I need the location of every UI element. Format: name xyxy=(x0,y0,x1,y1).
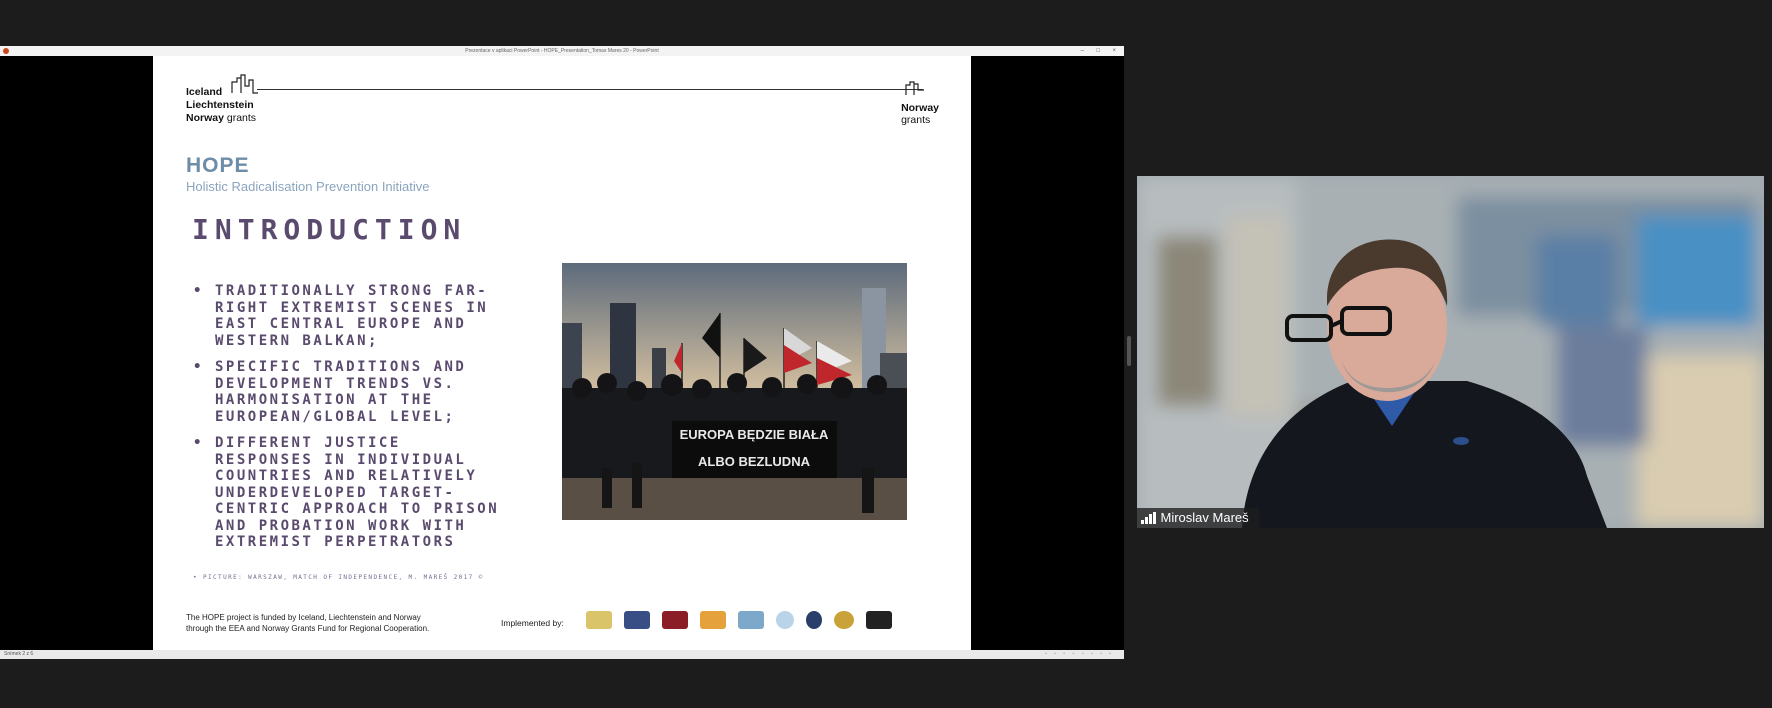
bullet-item: SPECIFIC TRADITIONS AND DEVELOPMENT TREN… xyxy=(193,359,503,425)
banner-line-1: EUROPA BĘDZIE BIAŁA xyxy=(680,427,829,442)
logo-line-grants: grants xyxy=(226,112,257,124)
window-title: Prezentace v aplikaci PowerPoint - HOPE_… xyxy=(465,48,659,54)
presentation-slide: Iceland Liechtenstein Norway grants Norw… xyxy=(153,56,971,650)
participant-name-tag: Miroslav Mareš xyxy=(1137,508,1259,528)
partner-logo-icon xyxy=(866,611,892,629)
logo-right-grants: grants xyxy=(901,114,931,126)
close-button[interactable]: × xyxy=(1112,46,1116,56)
funding-line-1: The HOPE project is funded by Iceland, L… xyxy=(186,613,421,622)
slide-counter: Snímek 2 z 6 xyxy=(4,651,34,657)
hope-logo: HOPE xyxy=(186,154,250,177)
video-feed xyxy=(1137,176,1764,528)
minimize-button[interactable]: – xyxy=(1081,46,1084,56)
norway-logo-icon xyxy=(905,81,924,95)
logo-right-norway: Norway xyxy=(901,102,939,114)
participant-name: Miroslav Mareš xyxy=(1160,510,1249,525)
partner-logo-icon xyxy=(662,611,688,629)
connection-signal-icon xyxy=(1141,512,1156,524)
partner-logo-icon xyxy=(776,611,794,629)
norway-grants-logo: Norway grants xyxy=(901,102,939,126)
partner-logo-icon xyxy=(806,611,822,629)
maximize-button[interactable]: □ xyxy=(1096,46,1100,56)
window-titlebar: Prezentace v aplikaci PowerPoint - HOPE_… xyxy=(0,46,1124,56)
logo-line-liechtenstein: Liechtenstein xyxy=(186,99,254,111)
partner-logo-icon xyxy=(700,611,726,629)
bullet-list: TRADITIONALLY STRONG FAR-RIGHT EXTREMIST… xyxy=(193,283,503,561)
funding-note: The HOPE project is funded by Iceland, L… xyxy=(186,612,429,634)
funding-line-2: through the EEA and Norway Grants Fund f… xyxy=(186,624,430,633)
picture-caption: • PICTURE: WARSZAW, MATCH OF INDEPENDENC… xyxy=(193,574,484,581)
partner-logo-icon xyxy=(624,611,650,629)
powerpoint-statusbar: Snímek 2 z 6 ▫ ▫ ▫ ▫ ▫ ▫ ▫ ▫ xyxy=(0,650,1124,659)
hope-subtitle: Holistic Radicalisation Prevention Initi… xyxy=(186,179,430,194)
split-handle[interactable] xyxy=(1127,336,1131,366)
partner-logo-icon xyxy=(738,611,764,629)
header-divider xyxy=(257,89,923,90)
partner-logo-icon xyxy=(834,611,854,629)
view-controls[interactable]: ▫ ▫ ▫ ▫ ▫ ▫ ▫ ▫ xyxy=(1045,650,1114,659)
shared-screen: Prezentace v aplikaci PowerPoint - HOPE_… xyxy=(0,46,1124,659)
partner-logo-icon xyxy=(586,611,612,629)
implemented-by-label: Implemented by: xyxy=(501,618,564,628)
slide-title: INTRODUCTION xyxy=(192,213,467,246)
march-photo: EUROPA BĘDZIE BIAŁA ALBO BEZLUDNA xyxy=(562,263,907,520)
participant-video[interactable]: Miroslav Mareš xyxy=(1137,176,1764,528)
logo-line-norway: Norway xyxy=(186,112,224,124)
bullet-item: TRADITIONALLY STRONG FAR-RIGHT EXTREMIST… xyxy=(193,283,503,349)
banner-line-2: ALBO BEZLUDNA xyxy=(698,454,811,469)
partner-logos xyxy=(586,608,892,632)
bullet-item: DIFFERENT JUSTICE RESPONSES IN INDIVIDUA… xyxy=(193,435,503,551)
buildings-logo-icon xyxy=(231,74,258,94)
